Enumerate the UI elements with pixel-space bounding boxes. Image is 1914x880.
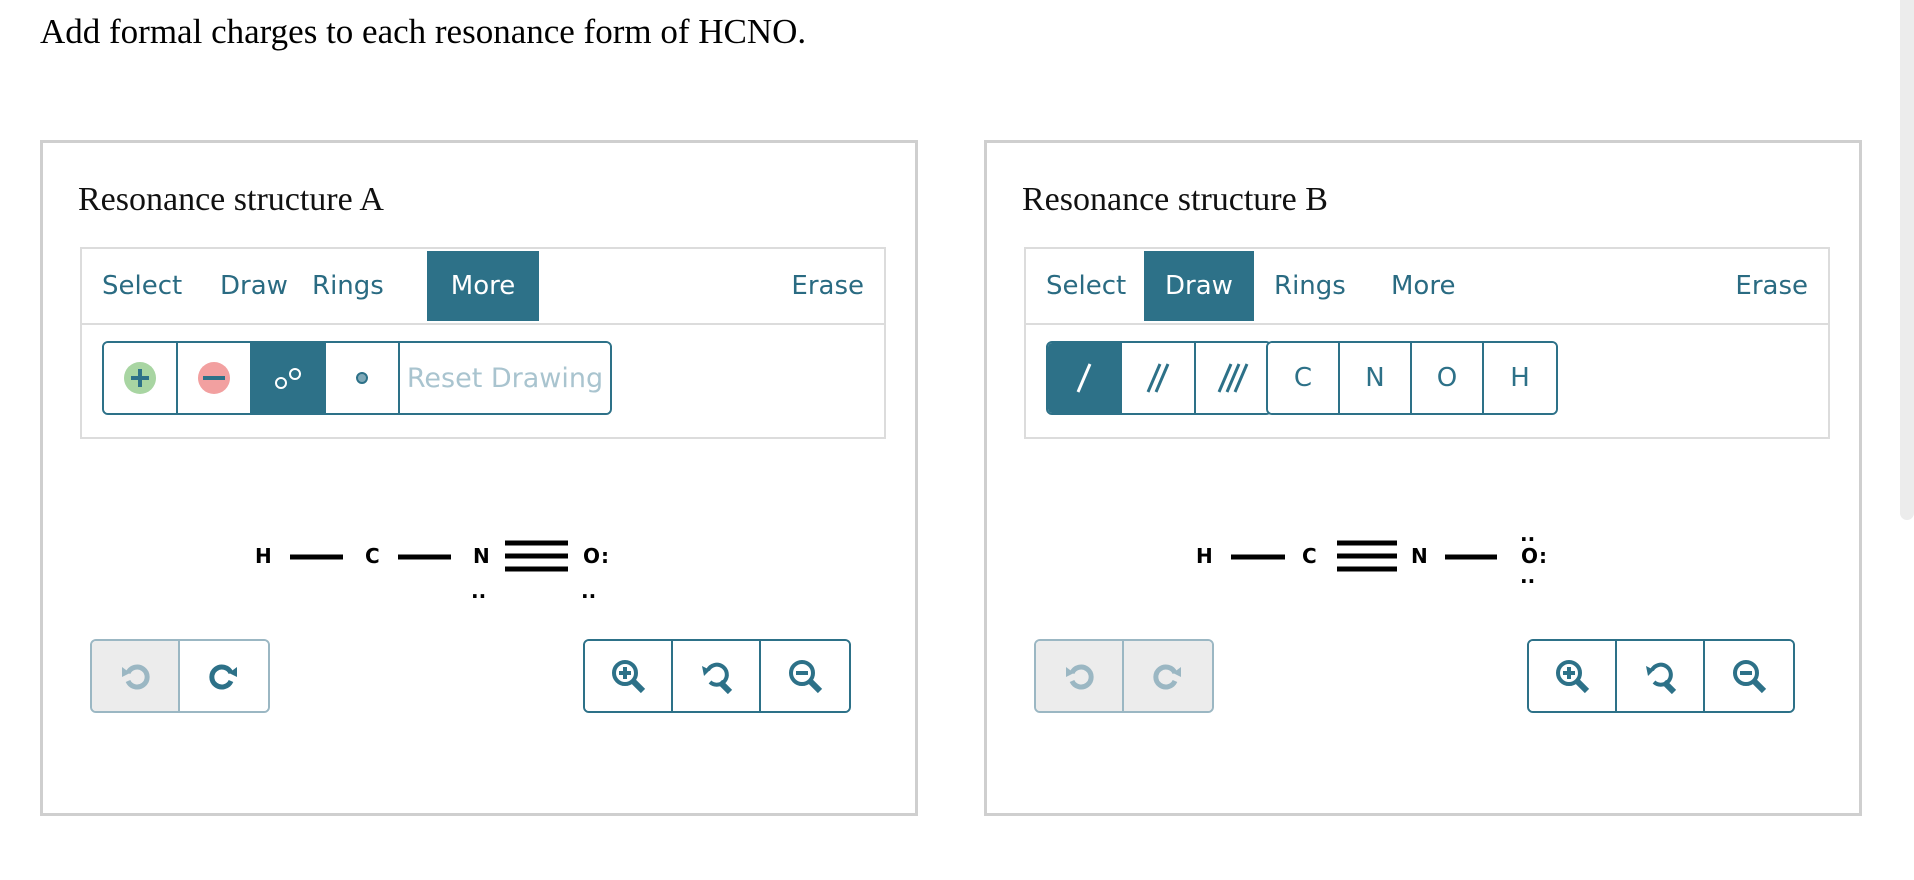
bond-n-o-triple	[505, 540, 568, 572]
lone-pair-o-bottom: ..	[1520, 564, 1535, 588]
lone-pair-o-right: :	[1539, 544, 1547, 568]
lone-pair-o-bottom: ..	[581, 579, 596, 603]
atom-n: N	[1411, 544, 1428, 568]
history-controls	[1034, 639, 1214, 713]
zoom-controls	[583, 639, 851, 713]
undo-icon[interactable]	[1036, 641, 1124, 711]
lone-pair-n-bottom: ..	[471, 579, 486, 603]
zoom-controls	[1527, 639, 1795, 713]
atom-h: H	[1196, 544, 1213, 568]
zoom-in-icon[interactable]	[1529, 641, 1617, 711]
lone-pair-o-right: :	[601, 544, 609, 568]
resonance-panel-b: Resonance structure B Select Draw Rings …	[984, 140, 1862, 816]
history-controls	[90, 639, 270, 713]
atom-h: H	[255, 544, 272, 568]
zoom-reset-icon[interactable]	[673, 641, 761, 711]
question-text: Add formal charges to each resonance for…	[40, 12, 807, 51]
bond-c-n-triple	[1337, 540, 1397, 572]
zoom-out-icon[interactable]	[1705, 641, 1793, 711]
lone-pair-o-top: ..	[1520, 522, 1535, 546]
atom-n: N	[473, 544, 490, 568]
redo-icon[interactable]	[180, 641, 268, 711]
zoom-in-icon[interactable]	[585, 641, 673, 711]
undo-icon[interactable]	[92, 641, 180, 711]
zoom-out-icon[interactable]	[761, 641, 849, 711]
zoom-reset-icon[interactable]	[1617, 641, 1705, 711]
atom-o: O	[583, 544, 600, 568]
page-scrollbar[interactable]	[1900, 0, 1914, 520]
resonance-panel-a: Resonance structure A Select Draw Rings …	[40, 140, 918, 816]
atom-c: C	[365, 544, 380, 568]
atom-c: C	[1302, 544, 1317, 568]
redo-icon[interactable]	[1124, 641, 1212, 711]
